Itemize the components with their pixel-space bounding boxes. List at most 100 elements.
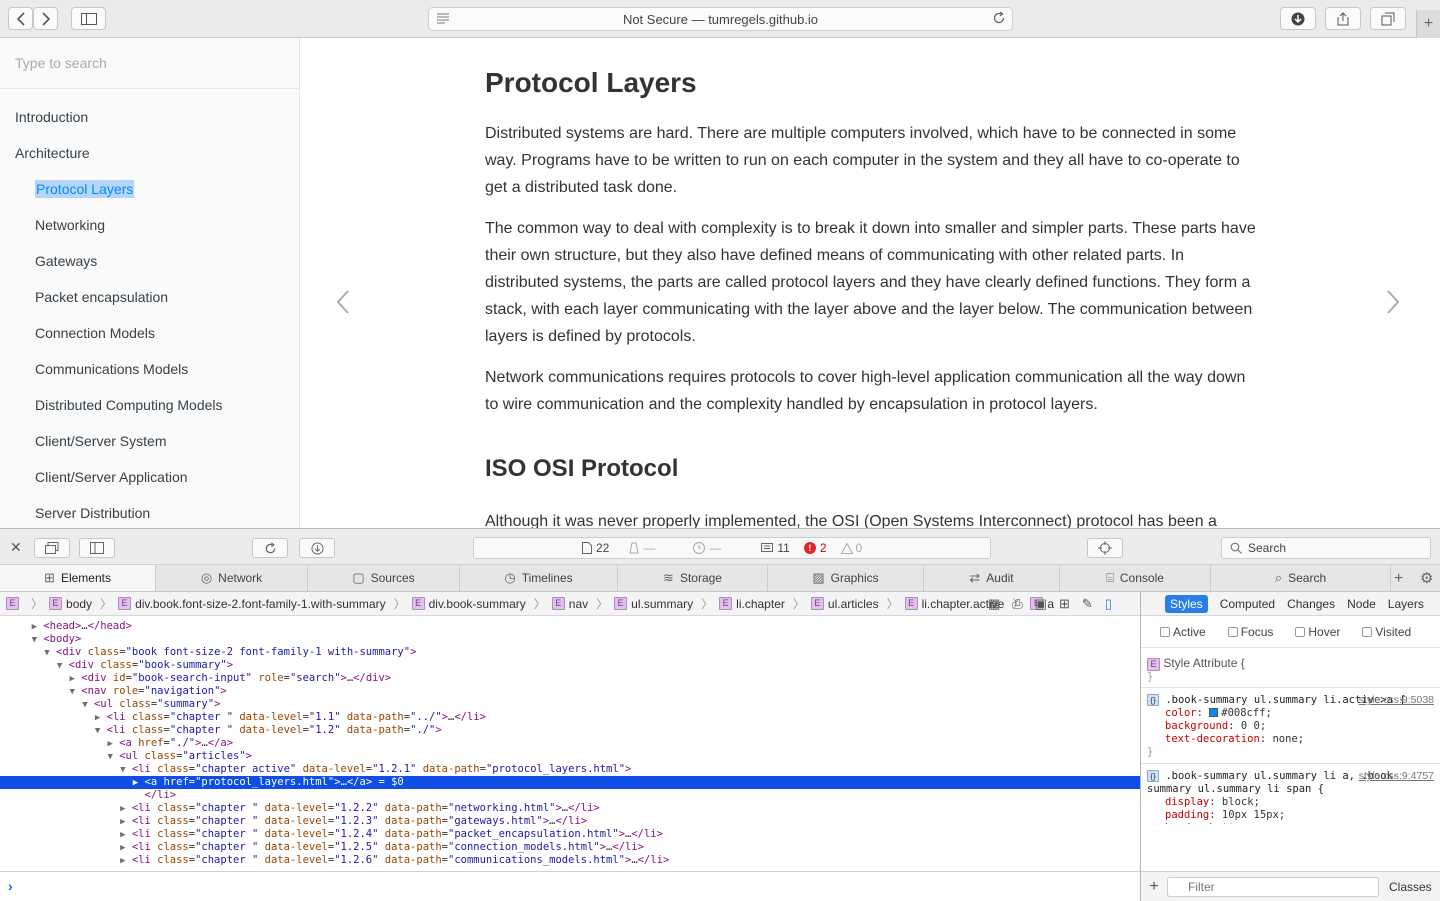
breadcrumb-item[interactable]: Ediv.book-summary 〉 bbox=[406, 595, 546, 612]
load-size[interactable]: — bbox=[629, 541, 655, 555]
reload-page-button[interactable] bbox=[252, 538, 288, 558]
css-rule[interactable]: style.css:9:5038{} .book-summary ul.summ… bbox=[1141, 688, 1440, 764]
compositing-icon[interactable]: ▣ bbox=[1035, 596, 1047, 612]
disclosure-triangle-icon[interactable]: ▶ bbox=[120, 804, 125, 814]
error-count[interactable]: ! 2 bbox=[803, 541, 827, 555]
console-prompt[interactable]: › bbox=[0, 871, 1140, 901]
breadcrumb-item[interactable]: Eli.chapter 〉 bbox=[713, 595, 805, 612]
css-property[interactable]: color: #008cff; bbox=[1147, 707, 1434, 720]
dom-node[interactable]: ▶ <li class="chapter " data-level="1.2.4… bbox=[0, 828, 1140, 841]
dom-node[interactable]: ▶ <li class="chapter " data-level="1.2.2… bbox=[0, 802, 1140, 815]
print-icon[interactable]: ⎙ bbox=[1012, 596, 1022, 612]
close-icon[interactable]: ✕ bbox=[10, 539, 22, 556]
dom-node[interactable]: ▶ <li class="chapter " data-level="1.2.3… bbox=[0, 815, 1140, 828]
tab-elements[interactable]: ⊞ Elements bbox=[0, 565, 156, 591]
breadcrumb-item[interactable]: Ediv.book.font-size-2.font-family-1.with… bbox=[112, 595, 406, 612]
forward-button[interactable] bbox=[33, 7, 58, 30]
disclosure-triangle-icon[interactable]: ▼ bbox=[107, 752, 112, 762]
back-button[interactable] bbox=[8, 7, 33, 30]
styles-tab-layers[interactable]: Layers bbox=[1388, 597, 1424, 611]
dom-node[interactable]: ▶ <li class="chapter " data-level="1.2.6… bbox=[0, 854, 1140, 867]
sidebar-link[interactable]: Client/Server System bbox=[0, 423, 299, 459]
css-property[interactable]: background: 0 0; bbox=[1147, 720, 1434, 733]
reader-icon[interactable] bbox=[437, 12, 449, 24]
sidebar-link[interactable]: Networking bbox=[0, 207, 299, 243]
disclosure-triangle-icon[interactable]: ▶ bbox=[70, 674, 75, 684]
add-tab-icon[interactable]: + bbox=[1394, 570, 1403, 588]
new-tab-button[interactable]: + bbox=[1416, 10, 1440, 38]
tab-graphics[interactable]: ▨ Graphics bbox=[768, 565, 924, 591]
sidebar-link[interactable]: Client/Server Application bbox=[0, 459, 299, 495]
sidebar-link[interactable]: Introduction bbox=[0, 99, 299, 135]
gear-icon[interactable]: ⚙ bbox=[1420, 569, 1433, 587]
grid-icon[interactable]: ⊞ bbox=[1059, 596, 1070, 612]
checkbox-icon[interactable] bbox=[1160, 626, 1170, 637]
sidebar-link[interactable]: Server Distribution bbox=[0, 495, 299, 528]
disclosure-triangle-icon[interactable]: ▼ bbox=[70, 687, 75, 697]
disclosure-triangle-icon[interactable]: ▶ bbox=[107, 739, 112, 749]
disclosure-triangle-icon[interactable]: ▶ bbox=[120, 817, 125, 827]
css-rule[interactable]: style.css:9:4757{} .book-summary ul.summ… bbox=[1141, 764, 1440, 824]
add-rule-icon[interactable]: + bbox=[1141, 878, 1167, 896]
address-text[interactable]: Not Secure — tumregels.github.io bbox=[623, 12, 818, 27]
paint-icon[interactable]: ✎ bbox=[1082, 596, 1093, 612]
sidebar-toggle-button[interactable] bbox=[71, 7, 106, 30]
color-swatch-icon[interactable] bbox=[1209, 708, 1219, 717]
sidebar-link[interactable]: Connection Models bbox=[0, 315, 299, 351]
dom-node[interactable]: </li> bbox=[0, 789, 1140, 802]
dom-node[interactable]: ▶ <div id="book-search-input" role="sear… bbox=[0, 672, 1140, 685]
warning-count[interactable]: 0 bbox=[840, 541, 862, 555]
sidebar-link[interactable]: Distributed Computing Models bbox=[0, 387, 299, 423]
dom-node[interactable]: ▶ <li class="chapter " data-level="1.2.5… bbox=[0, 841, 1140, 854]
element-picker-button[interactable] bbox=[1087, 538, 1123, 558]
dock-side-button[interactable] bbox=[79, 538, 115, 558]
disclosure-triangle-icon[interactable]: ▶ bbox=[120, 843, 125, 853]
inspector-search[interactable]: Search bbox=[1221, 537, 1431, 559]
tab-network[interactable]: ◎ Network bbox=[156, 565, 308, 591]
disclosure-triangle-icon[interactable]: ▼ bbox=[82, 700, 87, 710]
dom-node[interactable]: ▶ <li class="chapter " data-level="1.1" … bbox=[0, 711, 1140, 724]
dom-node[interactable]: ▼ <ul class="articles"> bbox=[0, 750, 1140, 763]
dom-node[interactable]: ▼ <nav role="navigation"> bbox=[0, 685, 1140, 698]
tab-timelines[interactable]: ◷ Timelines bbox=[460, 565, 618, 591]
disclosure-triangle-icon[interactable]: ▼ bbox=[120, 765, 125, 775]
resource-count[interactable]: 22 bbox=[582, 541, 609, 555]
breadcrumb-item[interactable]: Ebody 〉 bbox=[43, 595, 112, 612]
disclosure-triangle-icon[interactable]: ▼ bbox=[57, 661, 62, 671]
breadcrumb-item[interactable]: Eul.articles 〉 bbox=[805, 595, 899, 612]
disclosure-triangle-icon[interactable]: ▶ bbox=[32, 622, 37, 632]
dom-node[interactable]: ▼ <li class="chapter " data-level="1.2" … bbox=[0, 724, 1140, 737]
disclosure-triangle-icon[interactable]: ▶ bbox=[95, 713, 100, 723]
dom-node[interactable]: ▶ <a href="protocol_layers.html">…</a> =… bbox=[0, 776, 1140, 789]
sidebar-link[interactable]: Communications Models bbox=[0, 351, 299, 387]
dom-tree[interactable]: ▶ <head>…</head> ▼ <body> ▼ <div class="… bbox=[0, 617, 1140, 871]
dom-node[interactable]: ▼ <div class="book-summary"> bbox=[0, 659, 1140, 672]
source-link[interactable]: style.css:9:4757 bbox=[1359, 770, 1434, 783]
load-time[interactable]: — bbox=[693, 541, 721, 555]
css-property[interactable]: text-decoration: none; bbox=[1147, 733, 1434, 746]
disclosure-triangle-icon[interactable]: ▼ bbox=[32, 635, 37, 645]
state-focus-checkbox[interactable]: Focus bbox=[1227, 625, 1286, 639]
state-hover-checkbox[interactable]: Hover bbox=[1295, 625, 1352, 639]
dom-node[interactable]: ▶ <head>…</head> bbox=[0, 620, 1140, 633]
reload-icon[interactable] bbox=[992, 11, 1006, 25]
disclosure-triangle-icon[interactable]: ▶ bbox=[133, 778, 138, 788]
disclosure-triangle-icon[interactable]: ▶ bbox=[120, 830, 125, 840]
address-bar[interactable]: Not Secure — tumregels.github.io bbox=[428, 7, 1013, 31]
css-property[interactable]: display: block; bbox=[1147, 796, 1434, 809]
sidebar-link[interactable]: Architecture bbox=[0, 135, 299, 171]
css-property[interactable]: padding: 10px 15px; bbox=[1147, 809, 1434, 822]
checkbox-icon[interactable] bbox=[1227, 626, 1238, 637]
style-attribute-rule[interactable]: E Style Attribute { } bbox=[1141, 648, 1440, 688]
source-link[interactable]: style.css:9:5038 bbox=[1359, 694, 1434, 707]
tabs-overview-button[interactable] bbox=[1370, 7, 1406, 30]
download-archive-button[interactable] bbox=[299, 538, 335, 558]
css-property[interactable]: border-bottom: none; bbox=[1147, 822, 1434, 824]
sidebar-link[interactable]: Gateways bbox=[0, 243, 299, 279]
disclosure-triangle-icon[interactable]: ▼ bbox=[95, 726, 100, 736]
log-count[interactable]: 11 bbox=[761, 541, 790, 555]
downloads-button[interactable] bbox=[1280, 7, 1316, 30]
disclosure-triangle-icon[interactable]: ▼ bbox=[44, 648, 49, 658]
classes-toggle[interactable]: Classes bbox=[1389, 880, 1432, 894]
dom-node[interactable]: ▼ <ul class="summary"> bbox=[0, 698, 1140, 711]
